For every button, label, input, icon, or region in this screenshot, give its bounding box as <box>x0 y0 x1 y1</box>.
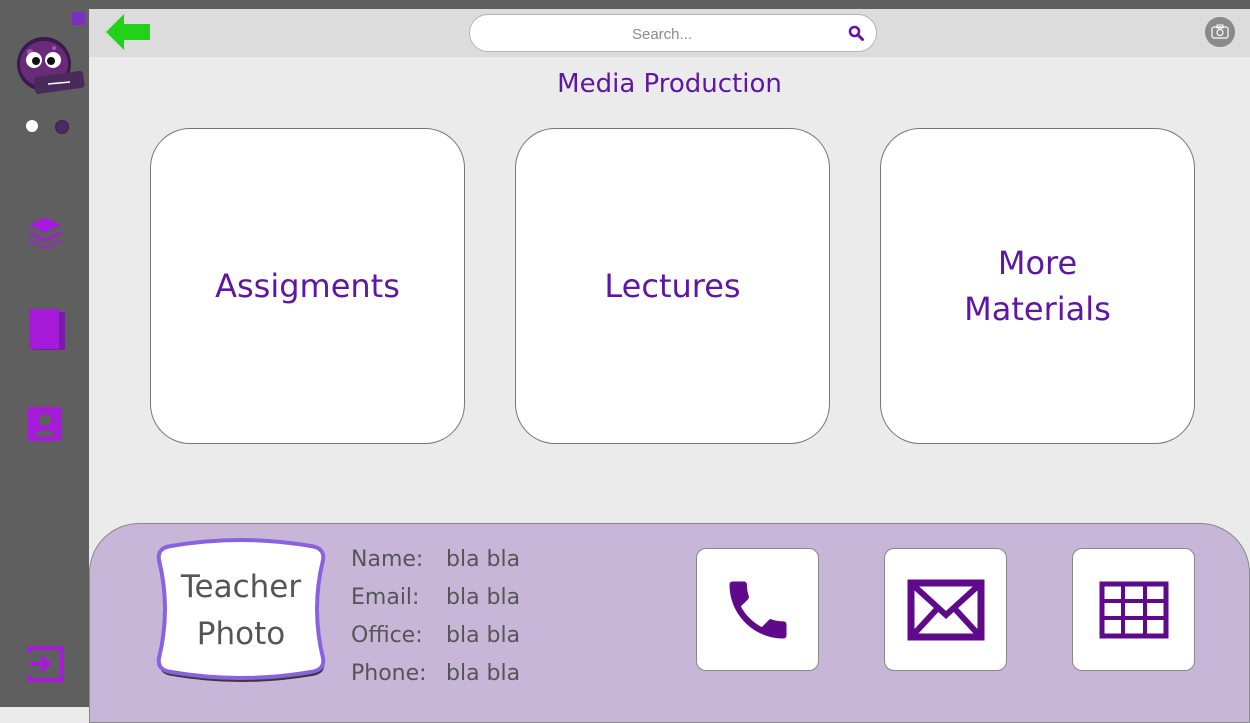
email-button[interactable] <box>884 548 1007 671</box>
camera-icon[interactable] <box>1205 17 1235 47</box>
phone-label: Phone: <box>351 661 427 687</box>
office-value: bla bla <box>446 623 521 649</box>
logout-icon[interactable] <box>27 645 65 683</box>
lectures-card-label: Lectures <box>604 266 741 305</box>
assignments-card[interactable]: Assigments <box>150 128 465 444</box>
email-value: bla bla <box>446 585 521 611</box>
teacher-email-row: Email: bla bla <box>351 579 520 617</box>
window-top-border <box>0 0 1250 9</box>
pages-icon[interactable] <box>27 307 67 353</box>
calendar-button[interactable] <box>1072 548 1195 671</box>
grid-calendar-icon <box>1099 581 1168 638</box>
mail-icon <box>907 579 984 640</box>
name-value: bla bla <box>446 547 521 572</box>
teacher-photo-text: Teacher Photo <box>180 569 302 652</box>
page-dot-2[interactable] <box>55 120 69 134</box>
call-button[interactable] <box>696 548 819 671</box>
search-bar[interactable] <box>469 14 877 52</box>
assignments-card-label: Assigments <box>215 266 400 305</box>
teacher-phone-row: Phone: bla bla <box>351 655 520 693</box>
name-label: Name: <box>351 547 424 572</box>
page-dot-1[interactable] <box>26 120 38 132</box>
search-input[interactable] <box>490 21 834 47</box>
phone-icon <box>729 581 786 638</box>
mascot-logo[interactable] <box>8 30 88 100</box>
sidebar <box>0 0 89 707</box>
page-title: Media Production <box>557 69 782 99</box>
search-icon[interactable] <box>848 25 864 41</box>
lectures-card[interactable]: Lectures <box>515 128 830 444</box>
office-label: Office: <box>351 623 423 649</box>
teacher-photo: Teacher Photo <box>151 534 331 684</box>
layers-icon[interactable] <box>27 214 63 250</box>
teacher-office-row: Office: bla bla <box>351 617 520 655</box>
teacher-info: Name: bla bla Email: bla bla Office: bla bl… <box>351 541 520 693</box>
arrow-left-icon[interactable] <box>104 12 152 52</box>
more-materials-card[interactable]: More Materials <box>880 128 1195 444</box>
phone-value: bla bla <box>446 661 521 687</box>
profile-icon[interactable] <box>27 406 63 442</box>
notification-square <box>72 12 85 25</box>
email-label: Email: <box>351 585 420 611</box>
more-materials-card-label: More Materials <box>964 243 1111 328</box>
teacher-name-row: Name: bla bla <box>351 541 520 579</box>
